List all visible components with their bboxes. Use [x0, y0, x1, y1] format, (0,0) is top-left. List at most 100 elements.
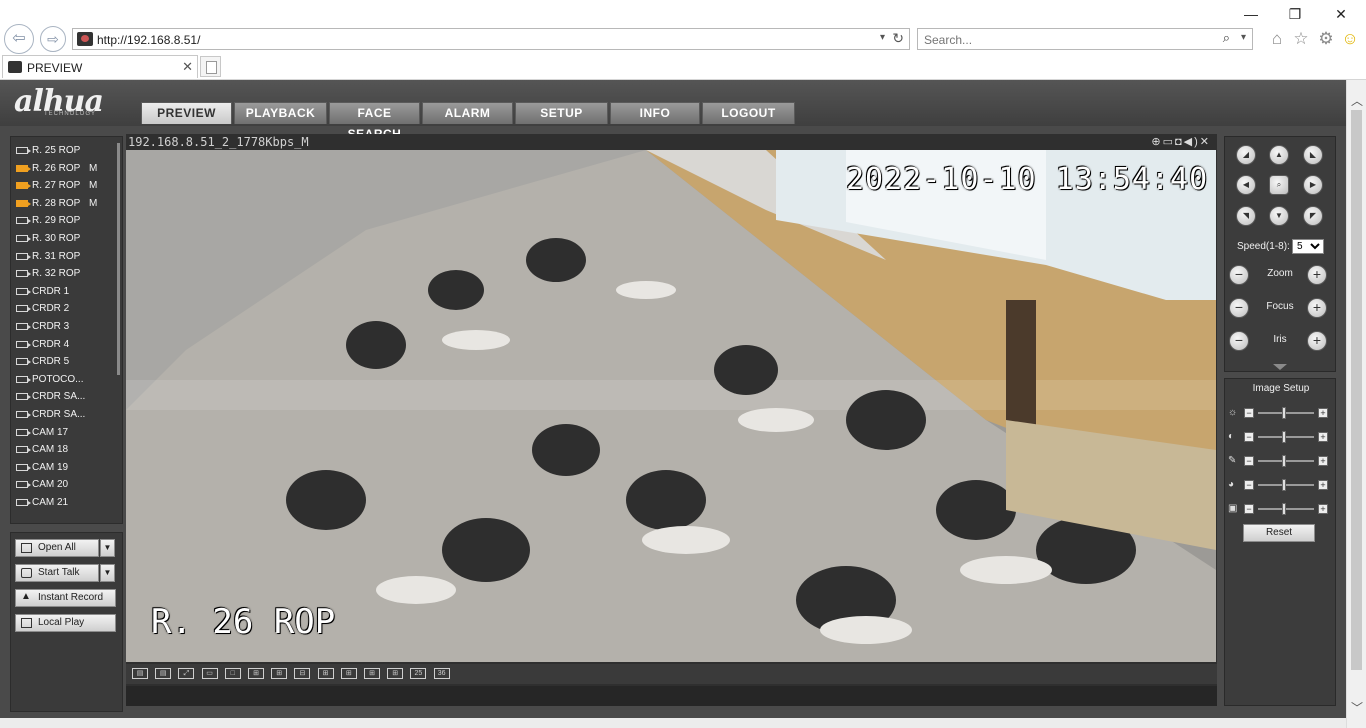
saturation-plus-button[interactable]: +	[1318, 456, 1328, 466]
menu-preview[interactable]: PREVIEW	[141, 102, 232, 124]
camera-item[interactable]: CAM 19	[16, 460, 116, 476]
camera-item[interactable]: R. 30 ROP	[16, 231, 116, 247]
page-scrollbar[interactable]: ︿ ﹀	[1346, 80, 1366, 728]
layout-button-icon[interactable]: 36	[433, 668, 450, 679]
back-arrow-icon[interactable]: ⇦	[4, 24, 34, 54]
camera-item[interactable]: CRDR SA...	[16, 389, 116, 405]
search-dropdown-icon[interactable]: ▾	[1241, 32, 1246, 43]
smiley-feedback-icon[interactable]: ☺	[1340, 29, 1360, 49]
tab-close-icon[interactable]: ✕	[182, 59, 193, 75]
start-talk-button[interactable]: Start Talk ▼	[15, 564, 115, 582]
layout-button-icon[interactable]: ⊟	[294, 668, 311, 679]
camera-item[interactable]: R. 26 ROP M	[16, 161, 116, 177]
camera-item[interactable]: R. 31 ROP	[16, 249, 116, 265]
close-window-button[interactable]: ✕	[1326, 5, 1356, 23]
hue-plus-button[interactable]: +	[1318, 480, 1328, 490]
sharpness-plus-button[interactable]: +	[1318, 504, 1328, 514]
contrast-track[interactable]	[1258, 436, 1314, 438]
contrast-minus-button[interactable]: −	[1244, 432, 1254, 442]
menu-alarm[interactable]: ALARM	[422, 102, 513, 124]
address-bar[interactable]: http://192.168.8.51/ ▾ ↻	[72, 28, 910, 50]
saturation-track[interactable]	[1258, 460, 1314, 462]
scroll-up-icon[interactable]: ︿	[1351, 92, 1363, 109]
search-input[interactable]	[924, 32, 1204, 47]
camera-item[interactable]: CRDR 2	[16, 301, 116, 317]
camera-item[interactable]: CRDR 5	[16, 354, 116, 370]
zoom-plus-icon[interactable]: +	[1307, 265, 1327, 285]
layout-button-icon[interactable]: ▤	[155, 668, 172, 679]
camera-item[interactable]: R. 32 ROP	[16, 266, 116, 282]
menu-info[interactable]: INFO	[610, 102, 700, 124]
video-toolbar-icons[interactable]: ⊕▭◘◀)✕	[1151, 135, 1211, 148]
camera-item[interactable]: CAM 18	[16, 442, 116, 458]
brightness-minus-button[interactable]: −	[1244, 408, 1254, 418]
ptz-collapse-icon[interactable]	[1273, 364, 1287, 370]
sharpness-minus-button[interactable]: −	[1244, 504, 1254, 514]
camera-item[interactable]: R. 25 ROP	[16, 143, 116, 159]
start-talk-dropdown-icon[interactable]: ▼	[100, 564, 115, 582]
ptz-left-icon[interactable]: ◀	[1236, 175, 1256, 195]
sharpness-knob[interactable]	[1282, 503, 1286, 515]
ptz-down-left-icon[interactable]: ◥	[1236, 206, 1256, 226]
ptz-up-right-icon[interactable]: ◣	[1303, 145, 1323, 165]
camera-item[interactable]: CAM 21	[16, 495, 116, 511]
iris-minus-icon[interactable]: −	[1229, 331, 1249, 351]
open-all-dropdown-icon[interactable]: ▼	[100, 539, 115, 557]
layout-button-icon[interactable]: 25	[410, 668, 427, 679]
new-tab-button[interactable]	[200, 56, 221, 77]
brightness-plus-button[interactable]: +	[1318, 408, 1328, 418]
layout-button-icon[interactable]: ⊞	[248, 668, 264, 679]
ptz-up-icon[interactable]: ▲	[1269, 145, 1289, 165]
reset-button[interactable]: Reset	[1243, 524, 1315, 542]
favorites-star-icon[interactable]: ☆	[1291, 29, 1311, 49]
camera-item[interactable]: CRDR 4	[16, 337, 116, 353]
layout-button-icon[interactable]: □	[224, 668, 241, 679]
home-icon[interactable]: ⌂	[1267, 29, 1287, 49]
ptz-down-icon[interactable]: ▼	[1269, 206, 1289, 226]
scroll-down-icon[interactable]: ﹀	[1351, 699, 1363, 716]
settings-gear-icon[interactable]: ⚙	[1316, 29, 1336, 49]
layout-button-icon[interactable]: ⤢	[178, 668, 195, 679]
contrast-plus-button[interactable]: +	[1318, 432, 1328, 442]
menu-logout[interactable]: LOGOUT	[702, 102, 795, 124]
ptz-right-icon[interactable]: ▶	[1303, 175, 1323, 195]
focus-minus-icon[interactable]: −	[1229, 298, 1249, 318]
zoom-minus-icon[interactable]: −	[1229, 265, 1249, 285]
hue-minus-button[interactable]: −	[1244, 480, 1254, 490]
brightness-track[interactable]	[1258, 412, 1314, 414]
camera-item[interactable]: CAM 20	[16, 477, 116, 493]
layout-button-icon[interactable]: ▤	[132, 668, 148, 679]
live-video-feed[interactable]: 2022-10-10 13:54:40 R. 26 ROP	[126, 150, 1216, 662]
camera-item[interactable]: CAM 17	[16, 425, 116, 441]
layout-button-icon[interactable]: ⊞	[340, 668, 357, 679]
ptz-up-left-icon[interactable]: ◢	[1236, 145, 1256, 165]
tab-preview[interactable]: PREVIEW ✕	[2, 55, 198, 78]
saturation-knob[interactable]	[1282, 455, 1286, 467]
forward-arrow-icon[interactable]: ⇨	[40, 26, 66, 52]
camera-item[interactable]: R. 28 ROP M	[16, 196, 116, 212]
menu-setup[interactable]: SETUP	[515, 102, 608, 124]
local-play-button[interactable]: Local Play	[15, 614, 116, 632]
menu-playback[interactable]: PLAYBACK	[234, 102, 327, 124]
layout-button-icon[interactable]: ⊞	[271, 668, 288, 679]
camera-list-scrollbar[interactable]	[117, 143, 120, 375]
camera-item[interactable]: CRDR SA...	[16, 407, 116, 423]
layout-button-icon[interactable]: ⊞	[364, 668, 380, 679]
saturation-minus-button[interactable]: −	[1244, 456, 1254, 466]
search-box[interactable]: ⌕ ▾	[917, 28, 1253, 50]
open-all-button[interactable]: Open All ▼	[15, 539, 115, 557]
speed-select[interactable]: 12345678	[1292, 239, 1324, 254]
iris-plus-icon[interactable]: +	[1307, 331, 1327, 351]
ptz-down-right-icon[interactable]: ◤	[1303, 206, 1323, 226]
restore-button[interactable]: ❐	[1280, 5, 1310, 23]
camera-item[interactable]: CRDR 1	[16, 284, 116, 300]
layout-button-icon[interactable]: ▭	[201, 668, 218, 679]
hue-knob[interactable]	[1282, 479, 1286, 491]
hue-track[interactable]	[1258, 484, 1314, 486]
camera-item[interactable]: POTOCO...	[16, 372, 116, 388]
layout-button-icon[interactable]: ⊞	[317, 668, 334, 679]
search-icon[interactable]: ⌕	[1223, 30, 1230, 46]
refresh-icon[interactable]: ↻	[892, 30, 904, 47]
camera-item[interactable]: CRDR 3	[16, 319, 116, 335]
sharpness-track[interactable]	[1258, 508, 1314, 510]
